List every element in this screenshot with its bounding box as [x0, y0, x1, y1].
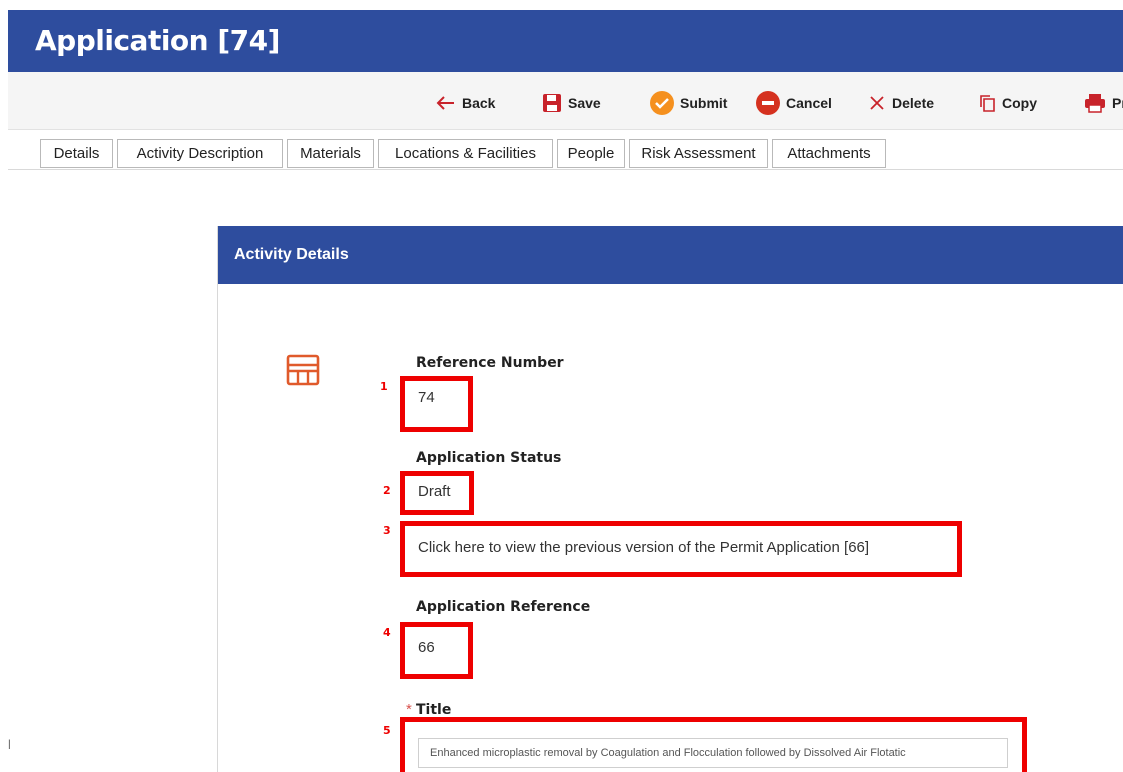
copy-icon	[980, 95, 995, 112]
delete-label: Delete	[892, 95, 935, 111]
tab-people[interactable]: People	[557, 139, 625, 168]
page-title: Application [74]	[35, 24, 280, 57]
annotation-3: 3	[383, 524, 391, 537]
highlight-box-4	[400, 622, 473, 679]
annotation-4: 4	[383, 626, 391, 639]
cancel-label: Cancel	[786, 95, 832, 111]
table-form-icon	[286, 354, 320, 386]
application-status-value: Draft	[418, 483, 451, 500]
activity-details-panel: Activity Details	[217, 226, 1123, 772]
title-label: Title	[416, 702, 452, 718]
edge-mark: l	[8, 737, 11, 752]
application-reference-label: Application Reference	[416, 599, 591, 615]
annotation-2: 2	[383, 484, 391, 497]
print-label: Pr	[1112, 95, 1123, 111]
application-status-label: Application Status	[416, 450, 562, 466]
tab-details[interactable]: Details	[40, 139, 113, 168]
submit-label: Submit	[680, 95, 728, 111]
checkmark-circle-icon	[650, 91, 674, 115]
annotation-1: 1	[380, 380, 388, 393]
tab-risk-assessment[interactable]: Risk Assessment	[629, 139, 768, 168]
tab-materials[interactable]: Materials	[287, 139, 374, 168]
toolbar: Back Save Submit Cancel Delete Copy Pr	[8, 72, 1123, 130]
app-header: Application [74]	[8, 10, 1123, 72]
minus-circle-icon	[756, 91, 780, 115]
title-input[interactable]: Enhanced microplastic removal by Coagula…	[418, 738, 1008, 768]
cancel-button[interactable]: Cancel	[756, 91, 832, 115]
save-button[interactable]: Save	[542, 92, 601, 114]
copy-button[interactable]: Copy	[978, 92, 1037, 114]
tab-attachments[interactable]: Attachments	[772, 139, 886, 168]
save-label: Save	[568, 95, 601, 111]
printer-icon	[1085, 94, 1105, 113]
submit-button[interactable]: Submit	[650, 91, 728, 115]
application-reference-value: 66	[418, 639, 435, 656]
back-button[interactable]: Back	[436, 92, 495, 114]
panel-header: Activity Details	[218, 226, 1123, 284]
copy-label: Copy	[1002, 95, 1037, 111]
arrow-left-icon	[436, 96, 454, 110]
panel-title: Activity Details	[234, 246, 349, 263]
close-icon	[870, 96, 884, 110]
delete-button[interactable]: Delete	[868, 92, 934, 114]
reference-number-value: 74	[418, 389, 435, 406]
print-button[interactable]: Pr	[1084, 92, 1123, 114]
tab-bar: Details Activity Description Materials L…	[8, 139, 1123, 170]
highlight-box-1	[400, 376, 473, 432]
save-icon	[543, 94, 561, 112]
back-label: Back	[462, 95, 496, 111]
annotation-5: 5	[383, 724, 391, 737]
previous-version-link[interactable]: Click here to view the previous version …	[418, 539, 869, 556]
reference-number-label: Reference Number	[416, 355, 564, 371]
required-marker: *	[406, 701, 412, 718]
tab-activity-description[interactable]: Activity Description	[117, 139, 283, 168]
tab-locations-facilities[interactable]: Locations & Facilities	[378, 139, 553, 168]
